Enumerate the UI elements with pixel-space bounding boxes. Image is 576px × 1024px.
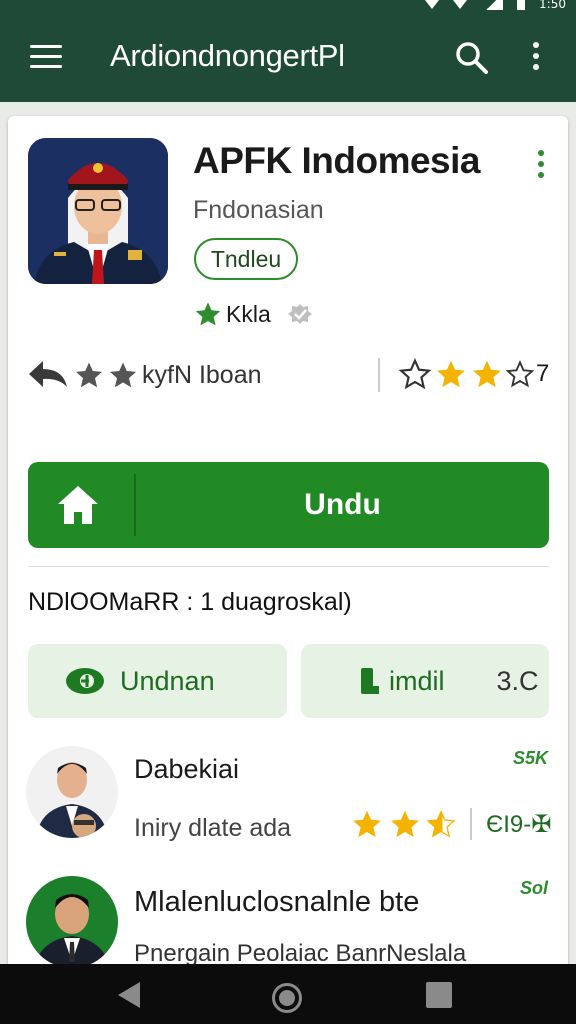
app-detail-card: APFK Indomesia Fndonasian Tndleu Kkla ky… xyxy=(8,116,568,976)
install-label: Undu xyxy=(304,488,381,521)
home-button-icon[interactable] xyxy=(272,983,302,1013)
star-filled-icon xyxy=(437,360,465,388)
list-item-title: Mlalenluclosnalnle bte xyxy=(134,886,420,918)
navigation-bar xyxy=(0,964,576,1024)
data-icon xyxy=(453,0,468,9)
star-empty-icon xyxy=(506,360,534,388)
info-line: NDlOOMaRR : 1 duagroskal) xyxy=(28,588,352,616)
list-item-tag: Sol xyxy=(519,878,548,898)
overflow-menu-icon[interactable] xyxy=(526,42,546,76)
pill-left-label: Undnan xyxy=(120,665,215,696)
verified-icon xyxy=(287,304,312,324)
category-chip[interactable]: Tndleu xyxy=(194,238,298,280)
status-bar: 1:50 xyxy=(0,0,576,14)
list-item-tag: S5K xyxy=(512,748,548,768)
eye-icon xyxy=(66,668,104,694)
badge-label: Kkla xyxy=(226,300,271,327)
back-icon[interactable] xyxy=(118,982,140,1008)
list-item[interactable]: Mlalenluclosnalnle bte Sol Pnergain Peol… xyxy=(8,872,568,976)
pill-button-right[interactable]: imdil 3.C xyxy=(301,644,549,718)
star-filled-icon xyxy=(353,810,381,838)
star-rating: 7 xyxy=(398,358,549,390)
app-subtitle: Fndonasian xyxy=(193,196,324,224)
pill-right-label: imdil xyxy=(389,665,445,696)
signal-icon xyxy=(481,0,504,10)
wifi-icon xyxy=(425,0,440,9)
install-button[interactable]: Undu xyxy=(28,462,549,548)
share-icon[interactable] xyxy=(26,358,70,392)
home-icon xyxy=(58,486,98,524)
badge-row: Kkla xyxy=(194,300,313,328)
list-item-title: Dabekiai xyxy=(134,754,240,784)
app-name: APFK Indomesia xyxy=(193,140,481,181)
avatar xyxy=(26,746,118,838)
recents-icon[interactable] xyxy=(426,982,452,1008)
app-icon-image xyxy=(28,138,168,284)
phone-icon xyxy=(361,668,379,694)
app-bar: Ardiondnongert​Pl xyxy=(0,14,576,102)
battery-icon xyxy=(517,0,526,10)
star-icon xyxy=(76,362,102,388)
divider xyxy=(28,566,549,567)
pill-right-value: 3.C xyxy=(496,665,539,696)
menu-icon[interactable] xyxy=(30,45,62,69)
star-empty-icon xyxy=(398,358,432,390)
list-item[interactable]: Dabekiai S5K Iniry dlate ada ЄI9-✠ xyxy=(8,742,568,852)
star-filled-icon xyxy=(473,360,501,388)
star-icon xyxy=(195,302,221,326)
rating-row: kyfN Iboan 7 xyxy=(26,354,556,398)
list-item-subtitle: Iniry dlate ada xyxy=(134,814,292,842)
app-overflow-icon[interactable] xyxy=(536,150,546,180)
divider xyxy=(378,358,380,392)
rating-number: 7 xyxy=(536,360,550,387)
avatar xyxy=(26,876,118,968)
pill-button-left[interactable]: Undnan xyxy=(28,644,287,718)
rating-label: kyfN Iboan xyxy=(142,360,262,389)
star-icon xyxy=(110,362,136,388)
star-filled-icon xyxy=(391,810,419,838)
star-half-icon xyxy=(426,809,456,838)
search-icon[interactable] xyxy=(454,40,490,76)
list-item-rating: ЄI9-✠ xyxy=(350,808,551,840)
list-item-count: ЄI9-✠ xyxy=(486,810,552,838)
status-time: 1:50 xyxy=(539,0,566,11)
app-bar-title: Ardiondnongert​Pl xyxy=(110,38,345,73)
